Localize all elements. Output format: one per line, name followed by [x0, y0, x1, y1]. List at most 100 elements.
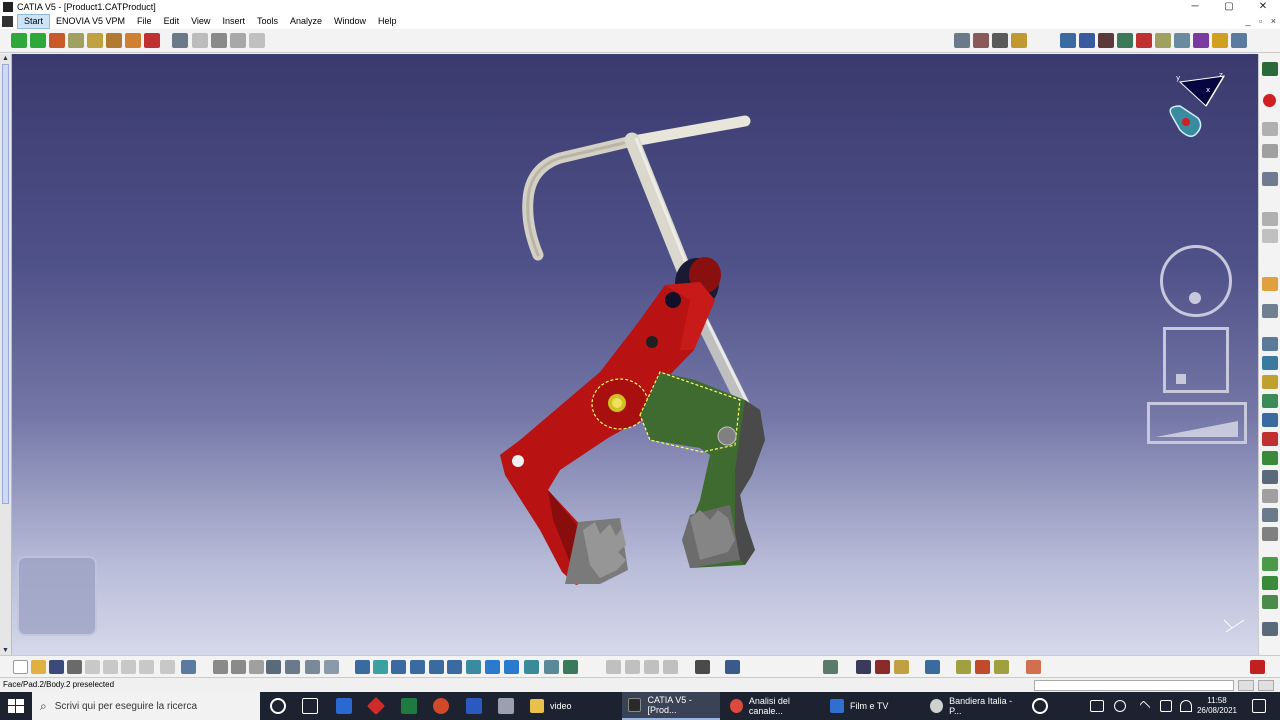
app-icon[interactable]: [498, 698, 514, 714]
refresh-icon[interactable]: [823, 660, 838, 674]
layer-icon[interactable]: [1212, 33, 1228, 48]
menu-enovia[interactable]: ENOVIA V5 VPM: [50, 14, 131, 29]
battery-icon[interactable]: [1160, 700, 1172, 712]
tool-14-icon[interactable]: [1262, 470, 1278, 484]
clash-icon[interactable]: [973, 33, 989, 48]
taskbar-search[interactable]: ⌕ Scrivi qui per eseguire la ricerca: [32, 692, 260, 720]
scrollbar-thumb[interactable]: [2, 64, 9, 504]
product-icon[interactable]: [192, 33, 208, 48]
minimap-thumbnail[interactable]: [17, 556, 97, 636]
save-icon[interactable]: [49, 660, 64, 674]
menu-insert[interactable]: Insert: [216, 14, 251, 29]
analysis-2-icon[interactable]: [625, 660, 640, 674]
tool-6-icon[interactable]: [1262, 304, 1278, 318]
paste-icon[interactable]: [121, 660, 136, 674]
keyboard-icon[interactable]: [1090, 700, 1104, 712]
tool-12-icon[interactable]: [1262, 432, 1278, 446]
color-icon[interactable]: [1136, 33, 1152, 48]
menu-window[interactable]: Window: [328, 14, 372, 29]
taskbar-app-paint[interactable]: Bandiera Italia - P...: [924, 692, 1022, 720]
graph-icon[interactable]: [305, 660, 320, 674]
table-icon[interactable]: [266, 660, 281, 674]
menu-analyze[interactable]: Analyze: [284, 14, 328, 29]
normal-view-icon[interactable]: [466, 660, 481, 674]
menu-start[interactable]: Start: [17, 14, 51, 29]
manipulate-icon[interactable]: [68, 33, 84, 48]
macro-icon[interactable]: [249, 660, 264, 674]
taskbar-app-video[interactable]: video: [524, 692, 614, 720]
right-jaw[interactable]: [682, 505, 740, 568]
doc-minimize-button[interactable]: _: [1245, 16, 1250, 26]
tool-9-icon[interactable]: [1262, 375, 1278, 389]
taskbar-app-catia[interactable]: CATIA V5 - [Prod...: [622, 692, 720, 720]
tool-19-icon[interactable]: [1262, 576, 1278, 590]
align-icon[interactable]: [856, 660, 871, 674]
tool-3-icon[interactable]: [1262, 172, 1278, 186]
tool-17-icon[interactable]: [1262, 527, 1278, 541]
whats-this-icon[interactable]: [181, 660, 196, 674]
notification-icon[interactable]: [1252, 699, 1266, 713]
cut-icon[interactable]: [85, 660, 100, 674]
explode-icon[interactable]: [49, 33, 65, 48]
mail-icon[interactable]: [336, 698, 352, 714]
doc-close-button[interactable]: ×: [1271, 16, 1276, 26]
tool-20-icon[interactable]: [1262, 595, 1278, 609]
tool-7-icon[interactable]: [1262, 337, 1278, 351]
menu-edit[interactable]: Edit: [158, 14, 186, 29]
swap-space-icon[interactable]: [563, 660, 578, 674]
fit-all-icon[interactable]: [373, 660, 388, 674]
replace-icon[interactable]: [249, 33, 265, 48]
rotate-view-widget[interactable]: [1160, 245, 1232, 317]
move-icon[interactable]: [11, 33, 27, 48]
capture-icon[interactable]: [695, 660, 710, 674]
3d-viewport[interactable]: y z x: [0, 54, 1258, 655]
tool-11-icon[interactable]: [1262, 413, 1278, 427]
model-canvas[interactable]: [0, 54, 1258, 655]
analysis-1-icon[interactable]: [606, 660, 621, 674]
minimize-button[interactable]: ─: [1178, 0, 1212, 14]
report-icon[interactable]: [725, 660, 740, 674]
zoom-view-widget[interactable]: [1147, 402, 1247, 444]
status-button-2[interactable]: [1258, 680, 1274, 691]
tool-2-icon[interactable]: [1262, 144, 1278, 158]
analysis-4-icon[interactable]: [663, 660, 678, 674]
bottle-icon[interactable]: [894, 660, 909, 674]
component-icon[interactable]: [230, 33, 246, 48]
gear-1-icon[interactable]: [956, 660, 971, 674]
scroll-up-icon[interactable]: ▲: [2, 55, 9, 62]
taskbar-clock[interactable]: 11:58 26/08/2021: [1192, 696, 1242, 716]
wifi-icon[interactable]: [1180, 700, 1192, 712]
material-icon[interactable]: [1117, 33, 1133, 48]
windows-start-icon[interactable]: [8, 699, 24, 713]
zoom-in-icon[interactable]: [429, 660, 444, 674]
constraint-icon[interactable]: [106, 33, 122, 48]
menu-help[interactable]: Help: [372, 14, 403, 29]
scroll-down-icon[interactable]: ▼: [2, 647, 9, 654]
analysis-icon[interactable]: [954, 33, 970, 48]
rotate-icon[interactable]: [410, 660, 425, 674]
tool-16-icon[interactable]: [1262, 508, 1278, 522]
render-icon[interactable]: [1060, 33, 1076, 48]
smart-move-icon[interactable]: [87, 33, 103, 48]
compass-widget[interactable]: y z x: [1166, 70, 1232, 142]
fix-icon[interactable]: [125, 33, 141, 48]
undo-icon[interactable]: [139, 660, 154, 674]
tool-8-icon[interactable]: [1262, 356, 1278, 370]
taskbar-app-chrome[interactable]: Analisi del canale...: [724, 692, 820, 720]
tool-18-icon[interactable]: [1262, 557, 1278, 571]
part-icon[interactable]: [211, 33, 227, 48]
formula-icon[interactable]: [213, 660, 228, 674]
explode-view-icon[interactable]: [875, 660, 890, 674]
menu-file[interactable]: File: [131, 14, 158, 29]
print-icon[interactable]: [67, 660, 82, 674]
hide-show-icon[interactable]: [1174, 33, 1190, 48]
help-icon[interactable]: [1032, 698, 1048, 714]
catalog-icon[interactable]: [285, 660, 300, 674]
gear-2-icon[interactable]: [975, 660, 990, 674]
tool-4-icon[interactable]: [1262, 212, 1278, 226]
maximize-button[interactable]: ▢: [1212, 0, 1246, 14]
stop-icon[interactable]: [1263, 94, 1276, 107]
people-icon[interactable]: [1114, 700, 1126, 712]
pan-icon[interactable]: [391, 660, 406, 674]
excel-icon[interactable]: [401, 698, 417, 714]
